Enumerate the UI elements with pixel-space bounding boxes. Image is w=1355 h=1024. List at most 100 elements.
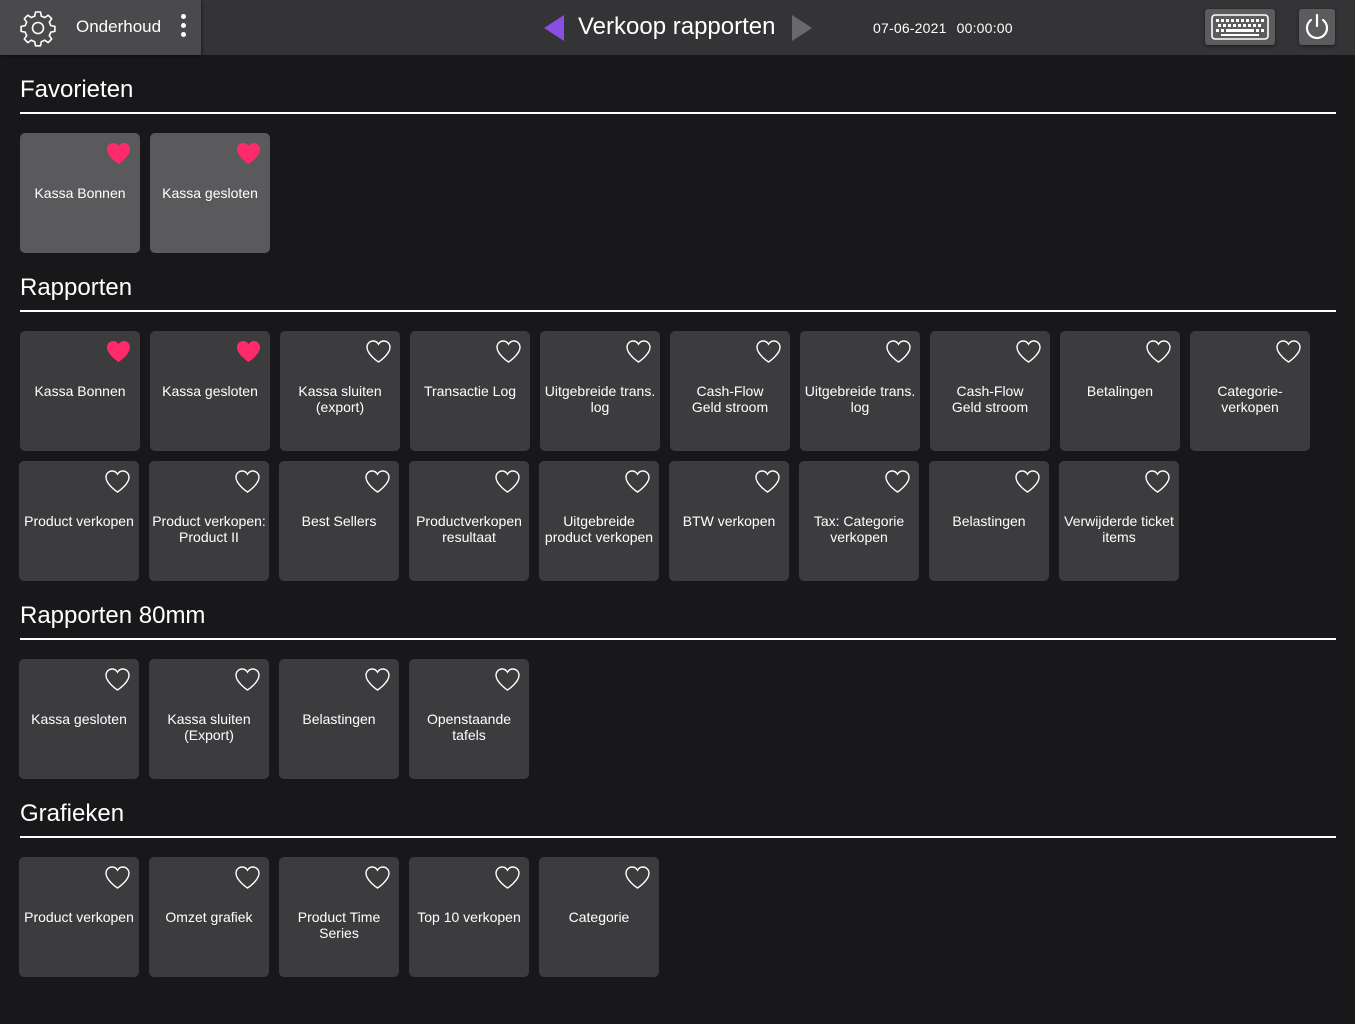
- report-tile-rapporten[interactable]: Kassa gesloten: [150, 331, 270, 451]
- heart-outline-icon[interactable]: [364, 865, 391, 890]
- heart-outline-icon[interactable]: [1275, 339, 1302, 364]
- report-tile-rapporten80[interactable]: Belastingen: [279, 659, 399, 779]
- report-tile-rapporten[interactable]: Kassa Bonnen: [20, 331, 140, 451]
- heart-outline-icon[interactable]: [234, 865, 261, 890]
- report-tile-favorieten[interactable]: Kassa gesloten: [150, 133, 270, 253]
- report-tile-rapporten[interactable]: Kassa sluiten (export): [280, 331, 400, 451]
- date-text: 07-06-2021: [873, 20, 947, 36]
- report-tile-rapporten[interactable]: Betalingen: [1060, 331, 1180, 451]
- report-tile-label: Transactie Log: [423, 383, 517, 399]
- section-divider: [20, 112, 1336, 114]
- report-tile-label: Product verkopen: [24, 513, 134, 529]
- heart-outline-icon[interactable]: [755, 339, 782, 364]
- report-tile-grafieken[interactable]: Top 10 verkopen: [409, 857, 529, 977]
- report-tile-label: Best Sellers: [301, 513, 377, 529]
- maintenance-menu-button[interactable]: Onderhoud: [0, 0, 201, 55]
- report-tile-label: Categorie: [568, 909, 630, 925]
- heart-outline-icon[interactable]: [494, 865, 521, 890]
- heart-outline-icon[interactable]: [754, 469, 781, 494]
- report-tile-label: Cash-Flow Geld stroom: [951, 383, 1029, 415]
- heart-filled-icon[interactable]: [105, 141, 132, 166]
- heart-outline-icon[interactable]: [1014, 469, 1041, 494]
- report-tile-label: Kassa sluiten (export): [298, 383, 382, 415]
- report-tile-label: Belastingen: [302, 711, 376, 727]
- report-tile-label: Kassa gesloten: [162, 383, 258, 399]
- heart-outline-icon[interactable]: [234, 667, 261, 692]
- report-tile-label: Kassa Bonnen: [34, 383, 126, 399]
- power-icon: [1305, 13, 1329, 40]
- report-tile-rapporten[interactable]: Product verkopen: [19, 461, 139, 581]
- report-tile-label: Verwijderde ticket items: [1064, 513, 1174, 545]
- report-tile-rapporten[interactable]: Uitgebreide trans. log: [800, 331, 920, 451]
- report-tile-label: Belastingen: [952, 513, 1026, 529]
- heart-outline-icon[interactable]: [104, 667, 131, 692]
- more-options-icon[interactable]: [175, 14, 191, 42]
- heart-outline-icon[interactable]: [885, 339, 912, 364]
- report-tile-grafieken[interactable]: Product verkopen: [19, 857, 139, 977]
- heart-outline-icon[interactable]: [1145, 339, 1172, 364]
- heart-outline-icon[interactable]: [495, 339, 522, 364]
- report-tile-rapporten[interactable]: Verwijderde ticket items: [1059, 461, 1179, 581]
- heart-outline-icon[interactable]: [1144, 469, 1171, 494]
- top-bar: Onderhoud Verkoop rapporten 07-06-2021 00…: [0, 0, 1355, 55]
- report-tile-rapporten[interactable]: Belastingen: [929, 461, 1049, 581]
- report-tile-grafieken[interactable]: Omzet grafiek: [149, 857, 269, 977]
- heart-filled-icon[interactable]: [235, 339, 262, 364]
- report-tile-rapporten[interactable]: Productverkopen resultaat: [409, 461, 529, 581]
- heart-outline-icon[interactable]: [364, 667, 391, 692]
- section-title-grafieken: Grafieken: [20, 800, 125, 827]
- heart-outline-icon[interactable]: [104, 469, 131, 494]
- heart-outline-icon[interactable]: [494, 469, 521, 494]
- report-tile-grafieken[interactable]: Categorie: [539, 857, 659, 977]
- report-tile-label: Product verkopen: [24, 909, 134, 925]
- section-divider: [20, 836, 1336, 838]
- report-tile-rapporten[interactable]: Product verkopen: Product II: [149, 461, 269, 581]
- report-tile-label: Betalingen: [1086, 383, 1154, 399]
- report-tile-rapporten80[interactable]: Kassa sluiten (Export): [149, 659, 269, 779]
- previous-page-arrow-icon[interactable]: [542, 13, 566, 43]
- report-tile-rapporten[interactable]: BTW verkopen: [669, 461, 789, 581]
- report-tile-rapporten[interactable]: Cash-Flow Geld stroom: [670, 331, 790, 451]
- report-tile-rapporten[interactable]: Tax: Categorie verkopen: [799, 461, 919, 581]
- power-button[interactable]: [1299, 9, 1335, 45]
- heart-filled-icon[interactable]: [105, 339, 132, 364]
- heart-outline-icon[interactable]: [624, 469, 651, 494]
- report-tile-label: Productverkopen resultaat: [416, 513, 522, 545]
- report-tile-rapporten[interactable]: Uitgebreide trans. log: [540, 331, 660, 451]
- heart-outline-icon[interactable]: [494, 667, 521, 692]
- report-tile-label: BTW verkopen: [682, 513, 776, 529]
- gear-icon: [20, 11, 56, 47]
- section-title-rapporten-80mm: Rapporten 80mm: [20, 602, 206, 629]
- report-tile-label: Categorie- verkopen: [1217, 383, 1283, 415]
- report-tile-label: Top 10 verkopen: [417, 909, 521, 925]
- heart-outline-icon[interactable]: [365, 339, 392, 364]
- report-tile-favorieten[interactable]: Kassa Bonnen: [20, 133, 140, 253]
- report-tile-rapporten80[interactable]: Openstaande tafels: [409, 659, 529, 779]
- next-page-arrow-icon[interactable]: [790, 13, 814, 43]
- report-tile-label: Tax: Categorie verkopen: [813, 513, 905, 545]
- report-tile-label: Product Time Series: [297, 909, 381, 941]
- report-tile-rapporten[interactable]: Best Sellers: [279, 461, 399, 581]
- heart-outline-icon[interactable]: [884, 469, 911, 494]
- report-tile-label: Uitgebreide trans. log: [544, 383, 656, 415]
- keyboard-icon: [1211, 14, 1269, 40]
- report-tile-rapporten[interactable]: Uitgebreide product verkopen: [539, 461, 659, 581]
- heart-outline-icon[interactable]: [1015, 339, 1042, 364]
- heart-filled-icon[interactable]: [235, 141, 262, 166]
- time-text: 00:00:00: [956, 20, 1013, 36]
- report-tile-rapporten[interactable]: Categorie- verkopen: [1190, 331, 1310, 451]
- heart-outline-icon[interactable]: [234, 469, 261, 494]
- heart-outline-icon[interactable]: [624, 865, 651, 890]
- report-tile-rapporten80[interactable]: Kassa gesloten: [19, 659, 139, 779]
- report-tile-rapporten[interactable]: Transactie Log: [410, 331, 530, 451]
- report-tile-label: Kassa gesloten: [31, 711, 127, 727]
- keyboard-button[interactable]: [1205, 9, 1275, 45]
- report-tile-rapporten[interactable]: Cash-Flow Geld stroom: [930, 331, 1050, 451]
- heart-outline-icon[interactable]: [625, 339, 652, 364]
- heart-outline-icon[interactable]: [364, 469, 391, 494]
- report-tile-label: Omzet grafiek: [165, 909, 253, 925]
- report-tile-grafieken[interactable]: Product Time Series: [279, 857, 399, 977]
- report-tile-label: Uitgebreide product verkopen: [544, 513, 654, 545]
- heart-outline-icon[interactable]: [104, 865, 131, 890]
- section-divider: [20, 638, 1336, 640]
